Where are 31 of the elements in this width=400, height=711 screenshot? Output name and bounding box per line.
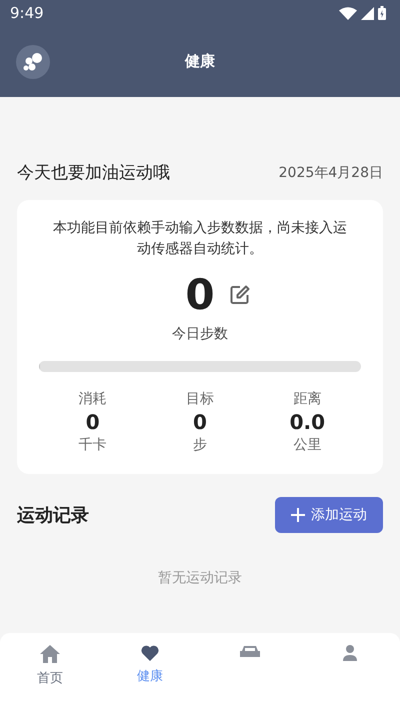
stat-unit: 公里 [293, 436, 322, 454]
stat-label: 距离 [293, 390, 322, 408]
heart-icon [141, 645, 159, 661]
add-exercise-button[interactable]: 添加运动 [275, 497, 383, 533]
stat-label: 消耗 [78, 390, 107, 408]
person-icon [343, 645, 357, 661]
header-title: 健康 [185, 52, 215, 71]
notice-text: 本功能目前依赖手动输入步数数据，尚未接入运动传感器自动统计。 [52, 219, 348, 259]
stat-value: 0 [193, 410, 207, 434]
date-text: 2025年4月28日 [278, 164, 383, 182]
stat-label: 目标 [186, 390, 214, 408]
records-title: 运动记录 [17, 504, 89, 527]
nav-tab[interactable]: 健康 [100, 645, 200, 711]
status-time: 9:49 [10, 4, 44, 22]
steps-label: 今日步数 [172, 325, 228, 343]
battery-icon [378, 6, 386, 20]
stat-unit: 步 [192, 436, 207, 454]
edit-icon[interactable] [228, 284, 251, 306]
step-count: 0 [185, 270, 215, 319]
stat-unit: 千卡 [78, 436, 107, 454]
empty-records-text: 暂无运动记录 [158, 569, 242, 587]
wifi-icon [339, 6, 357, 20]
car-icon [240, 645, 260, 659]
signal-icon [361, 6, 374, 20]
stat-value: 0 [86, 410, 100, 434]
home-icon [40, 645, 60, 663]
plus-icon [291, 508, 305, 522]
stat-value: 0.0 [290, 410, 326, 434]
nav-tab[interactable]: 首页 [0, 645, 100, 711]
greeting-text: 今天也要加油运动哦 [17, 162, 170, 184]
app-logo-icon[interactable] [16, 44, 50, 78]
